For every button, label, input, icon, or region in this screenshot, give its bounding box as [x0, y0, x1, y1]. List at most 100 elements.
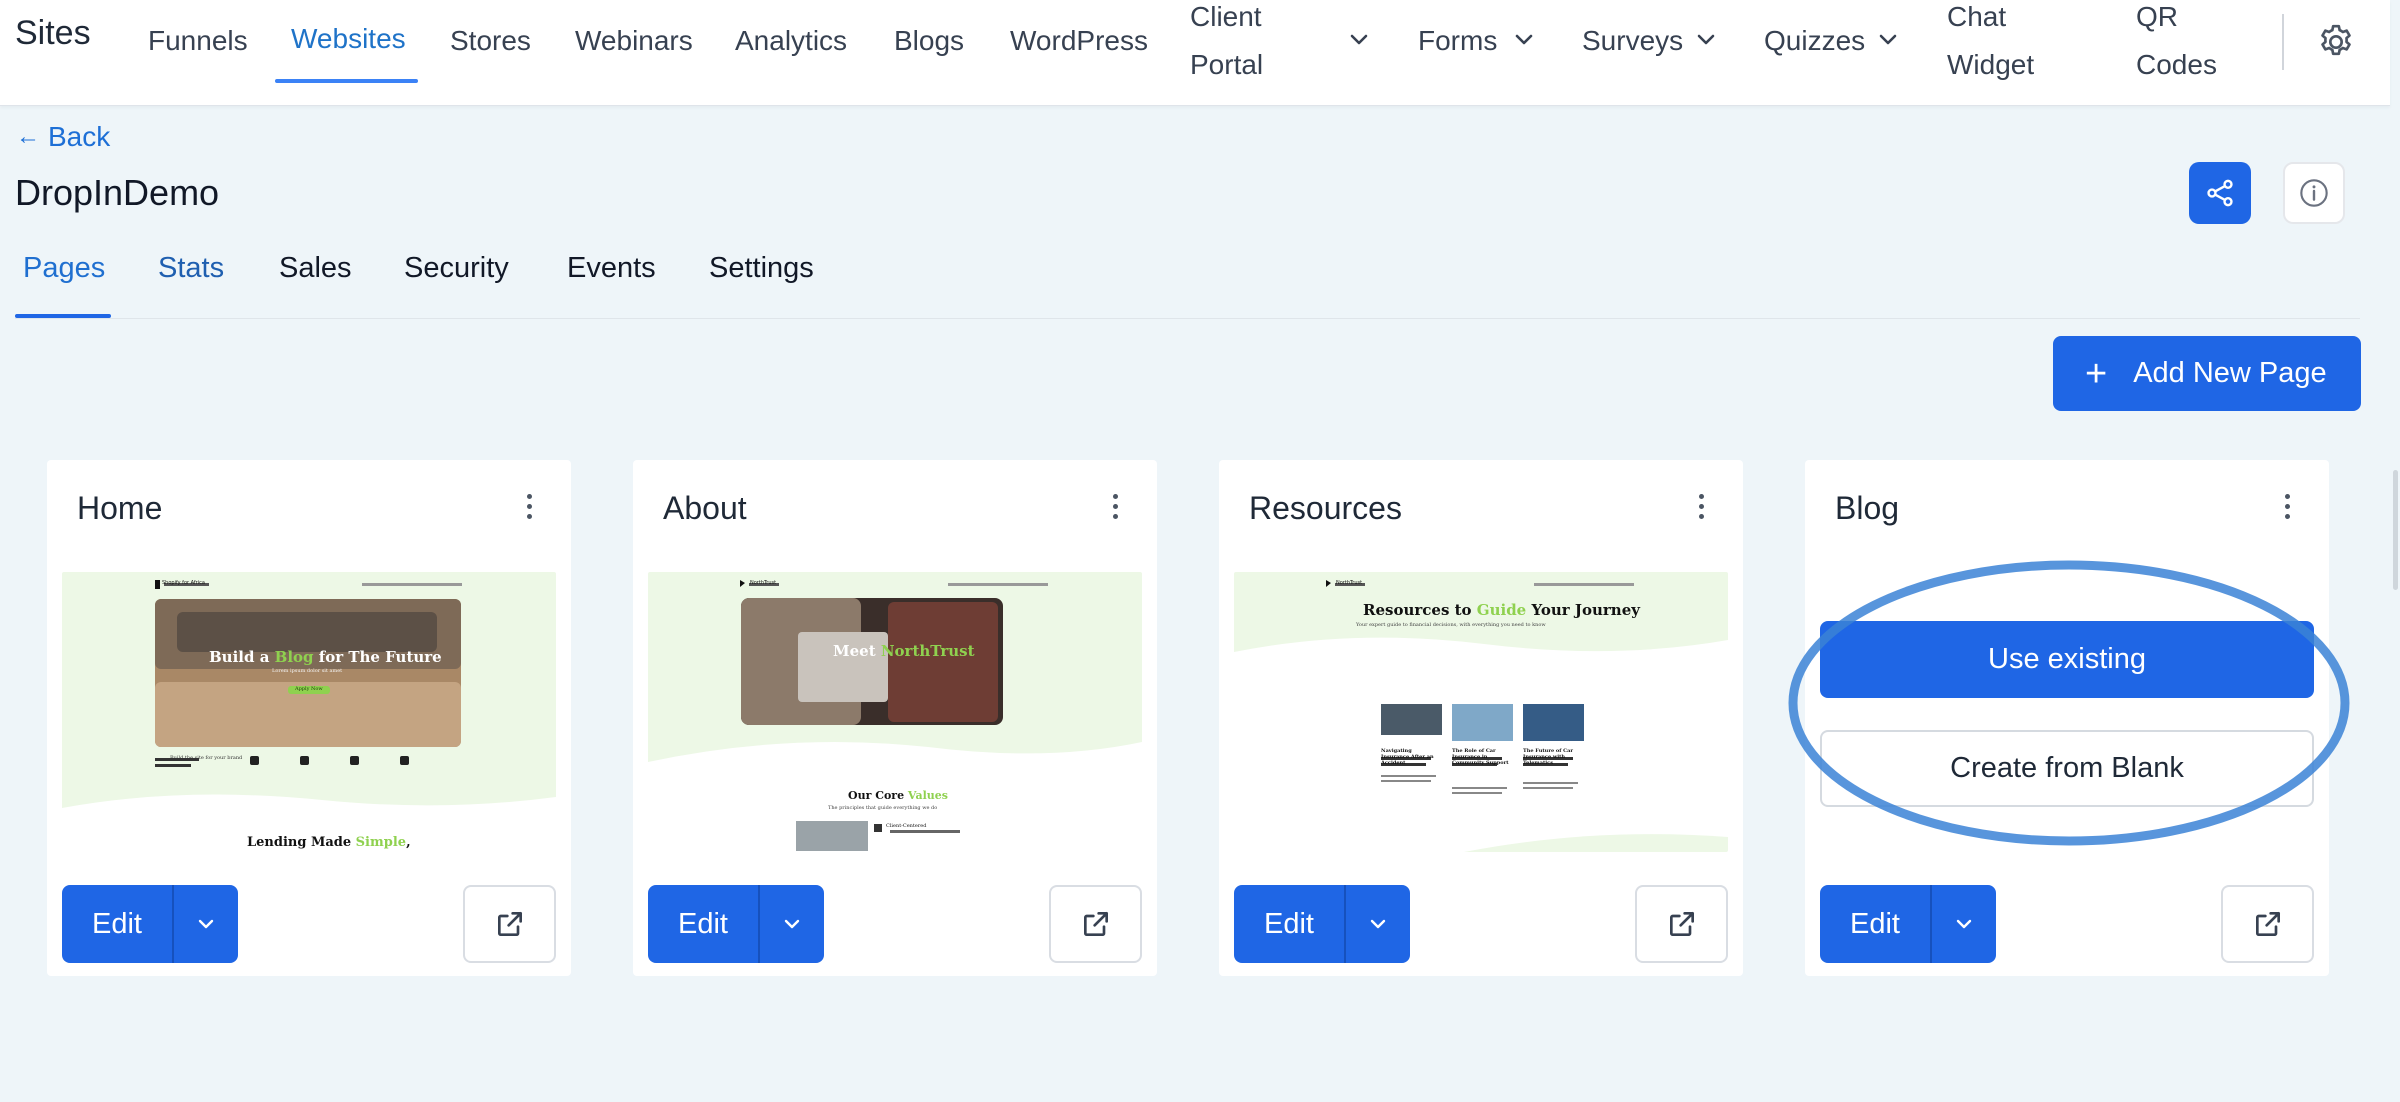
edit-dropdown-button[interactable] — [1932, 885, 1996, 963]
edit-button[interactable]: Edit — [1820, 885, 1932, 963]
add-new-page-label: Add New Page — [2133, 357, 2327, 389]
thumb-hero-title: Meet NorthTrust — [833, 642, 975, 660]
page-thumbnail[interactable]: Shopify for Africa Build a Blog for The … — [62, 572, 556, 852]
back-link[interactable]: ← Back — [16, 121, 110, 153]
use-existing-button[interactable]: Use existing — [1820, 621, 2314, 698]
thumb-hero-title-a: Build a — [209, 648, 275, 666]
nav-qr-codes[interactable]: QR Codes — [2136, 0, 2217, 89]
nav-forms[interactable]: Forms — [1418, 17, 1497, 65]
thumb-hero-title: Resources to Guide Your Journey — [1363, 601, 1640, 619]
open-page-button[interactable] — [2221, 885, 2314, 963]
thumb-hero-title-a: Meet — [833, 642, 881, 660]
thumb-footer-title-b: Simple — [355, 835, 407, 850]
tab-sales[interactable]: Sales — [279, 252, 352, 285]
nav-qr-codes-line1: QR — [2136, 1, 2178, 32]
nav-webinars[interactable]: Webinars — [575, 17, 693, 65]
more-options-icon[interactable] — [525, 494, 533, 522]
thumb-section-title: Our Core Values — [848, 789, 948, 802]
thumb-hero-title-a: Resources to — [1363, 601, 1477, 619]
info-button[interactable] — [2283, 162, 2345, 224]
edit-dropdown-button[interactable] — [760, 885, 824, 963]
thumb-logo: NorthTrust — [1336, 580, 1363, 586]
share-icon — [2207, 179, 2233, 207]
thumb-hero-title-b: Blog — [274, 648, 314, 666]
more-options-icon[interactable] — [1697, 494, 1705, 522]
thumb-logo: Shopify for Africa — [162, 580, 205, 586]
add-new-page-button[interactable]: + Add New Page — [2053, 336, 2361, 411]
tab-settings[interactable]: Settings — [709, 252, 814, 285]
page-thumbnail[interactable]: NorthTrust Meet NorthTrust Our Core Valu… — [648, 572, 1142, 852]
thumb-intro: Build the site for your brand — [170, 755, 243, 761]
external-link-icon — [2255, 912, 2280, 936]
nav-wordpress[interactable]: WordPress — [1010, 17, 1148, 65]
thumb-hero-title-c: Your Journey — [1526, 601, 1640, 619]
page-card-home: Home Shopify for Africa Build a Blog for… — [47, 460, 571, 976]
nav-analytics[interactable]: Analytics — [735, 17, 847, 65]
edit-button[interactable]: Edit — [648, 885, 760, 963]
open-page-button[interactable] — [463, 885, 556, 963]
open-page-button[interactable] — [1635, 885, 1728, 963]
nav-active-indicator — [275, 79, 418, 83]
chevron-down-icon[interactable] — [1876, 28, 1900, 52]
share-button[interactable] — [2189, 162, 2251, 224]
nav-funnels[interactable]: Funnels — [148, 17, 248, 65]
nav-divider — [2282, 14, 2284, 70]
chevron-down-icon[interactable] — [1512, 28, 1536, 52]
edit-dropdown-button[interactable] — [1346, 885, 1410, 963]
thumb-section-title-b: Values — [907, 789, 948, 802]
thumb-article-2: The Role of Car Insurance in Community S… — [1452, 748, 1509, 766]
page-card-about: About NorthTrust Meet NorthTrust Our Cor… — [633, 460, 1157, 976]
edit-button[interactable]: Edit — [1234, 885, 1346, 963]
create-from-blank-button[interactable]: Create from Blank — [1820, 730, 2314, 807]
nav-client-portal-line2: Portal — [1190, 49, 1264, 80]
nav-chat-widget-line2: Widget — [1947, 49, 2035, 80]
thumb-section-subtitle: The principles that guide everything we … — [828, 805, 938, 811]
nav-client-portal[interactable]: Client Portal — [1190, 0, 1263, 89]
edit-button-group: Edit — [1234, 885, 1410, 963]
chevron-down-icon — [198, 919, 214, 929]
page-scrollbar[interactable] — [2393, 470, 2398, 590]
page-title: DropInDemo — [15, 172, 220, 213]
gear-icon[interactable] — [2316, 22, 2356, 62]
home-preview-graphic — [62, 572, 556, 808]
thumb-article-3: The Future of Car Insurance with Telemat… — [1523, 748, 1573, 766]
page-card-blog: Blog Use existing Create from Blank Edit — [1805, 460, 2329, 976]
nav-chat-widget[interactable]: Chat Widget — [1947, 0, 2034, 89]
thumb-item-title: Client-Centered — [886, 823, 927, 829]
nav-stores[interactable]: Stores — [450, 17, 531, 65]
tab-stats[interactable]: Stats — [158, 252, 224, 285]
nav-quizzes[interactable]: Quizzes — [1764, 17, 1865, 65]
nav-surveys[interactable]: Surveys — [1582, 17, 1683, 65]
edit-button[interactable]: Edit — [62, 885, 174, 963]
nav-websites[interactable]: Websites — [291, 15, 406, 63]
chevron-down-icon[interactable] — [1347, 28, 1371, 52]
thumb-hero-title: Build a Blog for The Future — [209, 648, 442, 666]
back-label: Back — [48, 121, 111, 152]
top-navigation: Sites Funnels Websites Stores Webinars A… — [0, 0, 2390, 106]
external-link-icon — [1669, 912, 1694, 936]
thumb-hero-button: Apply Now — [295, 686, 323, 692]
thumb-logo: NorthTrust — [750, 580, 777, 586]
more-options-icon[interactable] — [2283, 494, 2291, 522]
open-page-button[interactable] — [1049, 885, 1142, 963]
edit-dropdown-button[interactable] — [174, 885, 238, 963]
more-options-icon[interactable] — [1111, 494, 1119, 522]
page-thumbnail[interactable]: NorthTrust Resources to Guide Your Journ… — [1234, 572, 1728, 852]
app-title: Sites — [15, 14, 91, 52]
page-card-resources: Resources NorthTrust Resources to Guide … — [1219, 460, 1743, 976]
thumb-footer-title-c: , — [406, 835, 411, 850]
edit-button-group: Edit — [62, 885, 238, 963]
chevron-down-icon — [1370, 919, 1386, 929]
thumb-footer-title-a: Lending Made — [247, 835, 356, 850]
card-title: Home — [77, 490, 163, 526]
arrow-left-icon: ← — [16, 123, 40, 150]
thumb-footer-title: Lending Made Simple, — [247, 835, 411, 850]
chevron-down-icon[interactable] — [1694, 28, 1718, 52]
tab-pages[interactable]: Pages — [23, 252, 105, 285]
plus-icon: + — [2085, 352, 2108, 395]
chevron-down-icon — [1956, 919, 1972, 929]
tab-security[interactable]: Security — [404, 252, 509, 285]
tab-events[interactable]: Events — [567, 252, 656, 285]
nav-blogs[interactable]: Blogs — [894, 17, 964, 65]
thumb-hero-title-b: NorthTrust — [880, 642, 975, 660]
